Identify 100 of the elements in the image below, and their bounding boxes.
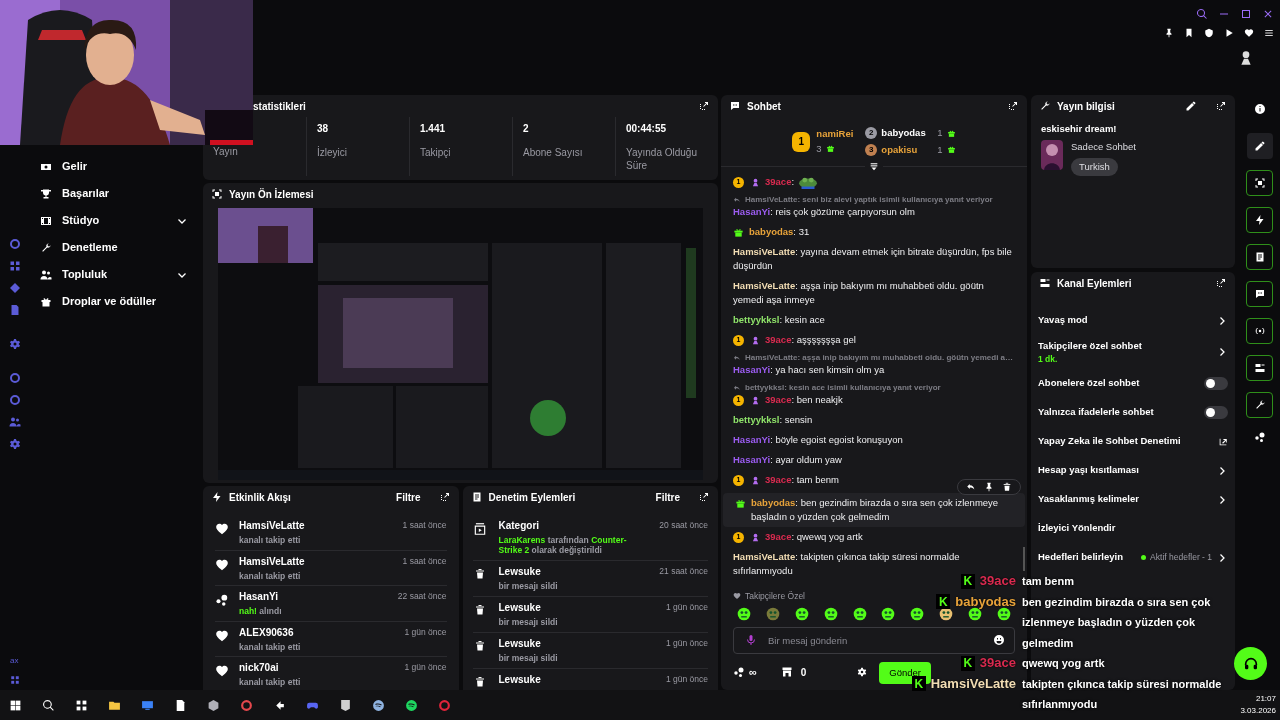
edit-button[interactable] xyxy=(1246,133,1273,159)
pin-icon[interactable] xyxy=(984,482,994,492)
figure-icon[interactable] xyxy=(1238,50,1254,66)
panel-toggle-button[interactable] xyxy=(1246,207,1273,233)
panel-title: statistikleri xyxy=(253,99,306,114)
tag[interactable]: Turkish xyxy=(1071,157,1118,176)
figure-icon xyxy=(751,475,760,485)
panel-toggle-button[interactable] xyxy=(1246,244,1273,270)
gift-icon xyxy=(946,145,956,155)
nav-item[interactable]: Başarılar xyxy=(30,180,188,207)
settings-icon[interactable] xyxy=(857,667,868,677)
emote-icon[interactable] xyxy=(852,607,867,621)
menu-icon[interactable] xyxy=(1264,28,1274,38)
dots-icon[interactable] xyxy=(1253,431,1266,443)
event-user: ALEX90636 xyxy=(239,625,295,640)
shield-icon[interactable] xyxy=(339,698,352,712)
filter-button[interactable]: Filtre xyxy=(396,489,421,505)
gear-icon[interactable] xyxy=(9,338,21,350)
chat-message: HamsiVeLatte: yayına devam etmek için bitrate düşürdün, fps bile düşürdün xyxy=(733,245,1013,273)
arrow-icon[interactable] xyxy=(273,698,286,712)
overlay-message: qwewq yog artk xyxy=(1022,656,1105,671)
chat-message: 39ace: aşşşşşşşa gel xyxy=(765,333,857,347)
emoji-icon[interactable] xyxy=(993,634,1005,646)
channel-action-item[interactable]: Yasaklanmış kelimeler xyxy=(1038,485,1228,514)
channel-action-item[interactable]: Hedefleri belirleyin Aktif hedefler - 1 xyxy=(1038,543,1228,572)
support-button[interactable] xyxy=(1234,647,1267,680)
ring-icon[interactable] xyxy=(240,698,253,712)
people-icon[interactable] xyxy=(9,416,21,428)
filter-button[interactable]: Filtre xyxy=(655,489,680,505)
nav-item[interactable]: Gelir xyxy=(30,153,188,180)
pencil-icon xyxy=(1253,140,1266,152)
channel-action-item[interactable]: Yapay Zeka ile Sohbet Denetimi xyxy=(1038,427,1228,456)
event-user: HasanYi xyxy=(239,590,280,604)
figure-icon xyxy=(751,335,760,345)
channel-action-item[interactable]: Abonelere özel sohbet xyxy=(1038,369,1228,398)
external-link-icon[interactable] xyxy=(1218,436,1228,447)
emote-icon[interactable] xyxy=(881,607,896,621)
chat-message: 39ace: tam benm xyxy=(765,473,840,487)
monitor-icon[interactable] xyxy=(141,698,154,712)
channel-action-item[interactable]: Yavaş mod xyxy=(1038,306,1228,335)
emote-icon[interactable] xyxy=(737,607,751,621)
channel-action-item[interactable]: Yalnızca ifadelerle sohbet xyxy=(1038,398,1228,427)
panel-toggle-button[interactable] xyxy=(1246,318,1273,344)
gear-icon[interactable] xyxy=(9,438,21,450)
cube-icon[interactable] xyxy=(207,698,220,712)
play-icon[interactable] xyxy=(1224,28,1234,38)
reply-icon[interactable] xyxy=(966,482,976,492)
toggle-switch[interactable] xyxy=(1204,377,1228,390)
pin-icon[interactable] xyxy=(1164,28,1174,38)
bookmark-icon[interactable] xyxy=(1184,28,1194,38)
emote-icon[interactable] xyxy=(823,607,838,621)
nav-item[interactable]: Denetleme xyxy=(30,234,188,261)
channel-action-item[interactable]: Takipçilere özel sohbet 1 dk. xyxy=(1038,335,1228,369)
file-icon[interactable] xyxy=(174,698,187,712)
task-view-icon[interactable] xyxy=(75,698,88,712)
windows-icon[interactable] xyxy=(9,698,22,712)
nav-item[interactable]: Droplar ve ödüller xyxy=(30,288,188,315)
panel-toggle-button[interactable] xyxy=(1246,392,1273,418)
ring-icon[interactable] xyxy=(438,698,451,712)
stat-label: Abone Sayısı xyxy=(523,146,584,160)
maximize-icon[interactable] xyxy=(1240,8,1252,20)
action-text: LaraKarens tarafından Counter-Strike 2 olarak değiştirildi xyxy=(498,535,628,555)
collapse-icon[interactable] xyxy=(869,162,879,172)
channel-action-item[interactable]: İzleyici Yönlendir xyxy=(1038,514,1228,543)
microphone-icon[interactable] xyxy=(745,634,757,646)
message-input[interactable]: Bir mesaj gönderin xyxy=(733,627,1015,654)
panel-toggle-button[interactable] xyxy=(1246,355,1273,381)
grid-icon[interactable] xyxy=(10,675,20,685)
store-icon[interactable] xyxy=(780,666,793,678)
chat-message: HasanYi: reis çok gözüme çarpıyorsun olm xyxy=(733,205,916,219)
event-user: HamsiVeLatte xyxy=(239,519,306,533)
diamond-icon[interactable] xyxy=(9,282,21,294)
info-icon[interactable] xyxy=(1253,103,1266,115)
trash-icon[interactable] xyxy=(1002,482,1012,492)
nav-item[interactable]: Topluluk xyxy=(30,261,188,288)
heart-icon xyxy=(733,592,741,600)
panel-toggle-button[interactable] xyxy=(1246,281,1273,307)
grid-icon[interactable] xyxy=(9,260,21,272)
close-icon[interactable] xyxy=(1262,8,1274,20)
chat-icon xyxy=(1253,288,1266,300)
search-icon[interactable] xyxy=(42,698,55,712)
ring-icon[interactable] xyxy=(9,394,21,406)
nav-item[interactable]: Stüdyo xyxy=(30,207,188,234)
shield-icon[interactable] xyxy=(1204,28,1214,38)
ring-icon[interactable] xyxy=(9,372,21,384)
heart-icon[interactable] xyxy=(1244,28,1254,38)
film-icon xyxy=(40,214,52,227)
emote-icon[interactable] xyxy=(996,607,1011,621)
emote-icon[interactable] xyxy=(910,607,925,621)
emote-icon[interactable] xyxy=(968,607,982,621)
overlay-username: HamsiVeLatte xyxy=(930,674,1016,693)
toggle-switch[interactable] xyxy=(1204,406,1228,419)
emote-icon[interactable] xyxy=(794,607,809,621)
clock-date: 3.03.2026 xyxy=(1240,705,1276,717)
ring-icon[interactable] xyxy=(9,238,21,250)
panel-toggle-button[interactable] xyxy=(1246,170,1273,196)
stat-value: 38 xyxy=(317,122,330,136)
channel-action-item[interactable]: Hesap yaşı kısıtlaması xyxy=(1038,456,1228,485)
edit-icon[interactable] xyxy=(1185,100,1197,112)
event-time: 1 saat önce xyxy=(402,519,447,532)
